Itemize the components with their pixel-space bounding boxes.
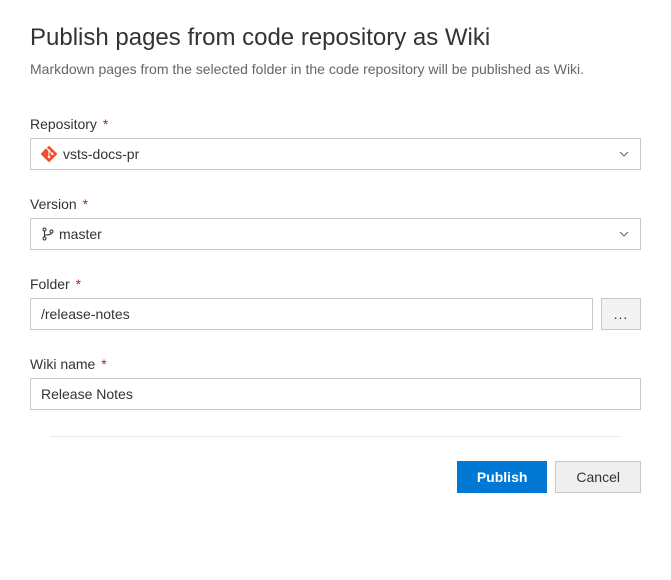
repository-field: Repository * vsts-docs-pr	[30, 116, 641, 170]
repository-dropdown[interactable]: vsts-docs-pr	[30, 138, 641, 170]
folder-label-text: Folder	[30, 276, 70, 292]
version-label: Version *	[30, 196, 641, 212]
version-dropdown-content: master	[41, 226, 618, 242]
version-dropdown[interactable]: master	[30, 218, 641, 250]
page-subtitle: Markdown pages from the selected folder …	[30, 60, 641, 80]
folder-input[interactable]	[30, 298, 593, 330]
version-value: master	[59, 226, 102, 242]
folder-field: Folder * ...	[30, 276, 641, 330]
required-mark: *	[76, 276, 81, 292]
git-repo-icon	[41, 146, 57, 162]
wiki-name-label: Wiki name *	[30, 356, 641, 372]
folder-browse-button[interactable]: ...	[601, 298, 641, 330]
folder-label: Folder *	[30, 276, 641, 292]
repository-value: vsts-docs-pr	[63, 146, 139, 162]
version-field: Version * master	[30, 196, 641, 250]
wiki-name-input[interactable]	[30, 378, 641, 410]
divider	[50, 436, 621, 437]
chevron-down-icon	[618, 228, 630, 240]
repository-label: Repository *	[30, 116, 641, 132]
required-mark: *	[83, 196, 88, 212]
version-label-text: Version	[30, 196, 77, 212]
button-row: Publish Cancel	[30, 461, 641, 493]
chevron-down-icon	[618, 148, 630, 160]
page-title: Publish pages from code repository as Wi…	[30, 24, 641, 52]
required-mark: *	[101, 356, 106, 372]
repository-dropdown-content: vsts-docs-pr	[41, 146, 618, 162]
branch-icon	[41, 227, 55, 241]
wiki-name-label-text: Wiki name	[30, 356, 95, 372]
wiki-name-field: Wiki name *	[30, 356, 641, 410]
publish-button[interactable]: Publish	[457, 461, 548, 493]
repository-label-text: Repository	[30, 116, 97, 132]
cancel-button[interactable]: Cancel	[555, 461, 641, 493]
required-mark: *	[103, 116, 108, 132]
